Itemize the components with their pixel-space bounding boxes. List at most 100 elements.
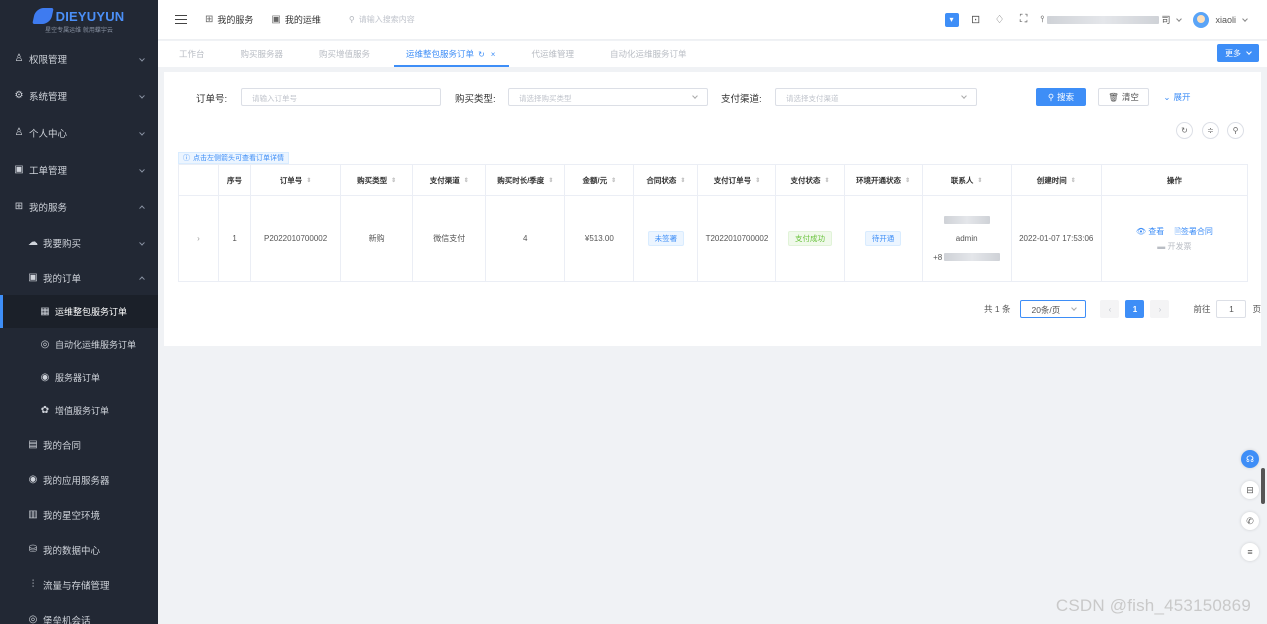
sidebar-item[interactable]: ♙ 权限管理 [0,40,158,77]
col-created[interactable]: 创建时间 ⇕ [1010,164,1102,196]
close-icon[interactable]: × [491,50,496,59]
bell-icon[interactable]: ♢ [993,13,1007,27]
session-icon: ◎ [28,614,38,624]
more-tabs-button[interactable]: 更多 [1217,44,1259,62]
username[interactable]: xiaoli [1215,15,1236,25]
tab-automation-orders[interactable]: 自动化运维服务订单 [610,41,687,67]
sort-icon[interactable]: ⇕ [391,177,396,184]
tab-buy-server[interactable]: 购买服务器 [241,41,284,67]
view-button[interactable]: 👁 查看 [1136,227,1164,236]
sidebar-item[interactable]: ▤ 我的合同 [0,427,158,462]
col-pay-channel[interactable]: 支付渠道 ⇕ [412,164,487,196]
page-size-select[interactable]: 20条/页 [1020,300,1087,318]
sidebar-item[interactable]: ◉ 服务器订单 [0,361,158,394]
sidebar-item[interactable]: ▥ 我的星空环境 [0,497,158,532]
status-badge: 支付成功 [788,231,833,246]
chevron-down-icon [1176,15,1183,22]
calendar-icon: ▦ [40,306,50,317]
invoice-button[interactable]: ▬ 开发票 [1108,239,1241,254]
order-icon: ▣ [28,272,38,283]
col-pay-order-no[interactable]: 支付订单号 ⇕ [697,164,777,196]
next-page-button[interactable]: › [1150,300,1170,318]
sidebar-item[interactable]: ▣ 我的订单 [0,260,158,295]
sidebar-item[interactable]: ⛁ 我的数据中心 [0,532,158,567]
sidebar-item[interactable]: ♙ 个人中心 [0,114,158,151]
page-number-current[interactable]: 1 [1125,300,1145,318]
invoice-icon: ▬ [1157,241,1166,251]
lock-icon[interactable]: ⊡ [969,13,983,27]
book-icon[interactable]: ⊟ [1241,481,1259,499]
cell-pay-order-no: T2022010700002 [697,195,777,282]
header-link-my-ops[interactable]: ▣ 我的运维 [271,13,320,26]
menu-toggle-icon[interactable] [175,15,187,24]
refresh-icon[interactable]: ↻ [478,50,485,59]
refresh-icon[interactable]: ↻ [1176,122,1193,139]
search-button[interactable]: ⚲ 搜索 [1036,88,1086,106]
order-no-input[interactable]: 请输入订单号 [241,88,441,106]
sort-icon[interactable]: ⇕ [464,177,469,184]
sidebar-item[interactable]: ▣ 工单管理 [0,151,158,188]
sidebar-item[interactable]: ⊞ 我的服务 [0,188,158,225]
header-search[interactable]: ⚲ 请输入搜索内容 [349,14,415,25]
col-env-status[interactable]: 环境开通状态 ⇕ [843,164,923,196]
col-order-no[interactable]: 订单号 ⇕ [250,164,342,196]
header-link-my-services[interactable]: ⊞ 我的服务 [205,13,253,26]
eye-icon: 👁 [1135,226,1146,236]
sidebar-item[interactable]: ☁ 我要购买 [0,225,158,260]
sidebar-item-label: 堡垒机会话 [43,615,91,624]
sidebar-item[interactable]: ◉ 我的应用服务器 [0,462,158,497]
prev-page-button[interactable]: ‹ [1100,300,1120,318]
column-settings-icon[interactable]: ≑ [1202,122,1219,139]
organization-selector[interactable]: ⫯ 司 [1041,13,1183,26]
sort-icon[interactable]: ⇕ [825,177,830,184]
tab-workbench[interactable]: 工作台 [179,41,205,67]
sidebar-item[interactable]: ◎ 自动化运维服务订单 [0,328,158,361]
avatar[interactable] [1193,11,1210,28]
tab-buy-value-added[interactable]: 购买增值服务 [319,41,370,67]
sort-icon[interactable]: ⇕ [755,177,760,184]
tab-managed-ops[interactable]: 代运维管理 [531,41,574,67]
list-icon[interactable]: ≡ [1241,543,1259,561]
sidebar-item[interactable]: ⫶ 流量与存储管理 [0,567,158,602]
page-tabs: 工作台 购买服务器 购买增值服务 运维整包服务订单 ↻ × 代运维管理 自动化运维服… [158,41,1267,67]
sidebar-item[interactable]: ✿ 增值服务订单 [0,394,158,427]
sidebar-item-label: 我要购买 [43,238,82,250]
sort-icon[interactable]: ⇕ [680,177,685,184]
scrollbar-thumb[interactable] [1261,468,1265,504]
col-pay-status[interactable]: 支付状态 ⇕ [775,164,845,196]
chevron-down-icon [139,166,145,173]
expand-row-icon[interactable]: › [177,195,220,282]
sidebar-item[interactable]: ⚙ 系统管理 [0,77,158,114]
fullscreen-icon[interactable]: ⛶ [1017,13,1031,27]
sidebar-item[interactable]: ▦ 运维整包服务订单 [0,295,158,328]
phone-icon[interactable]: ✆ [1241,512,1259,530]
tab-ops-package-orders[interactable]: 运维整包服务订单 ↻ × [393,41,510,67]
headset-support-icon[interactable]: ☊ [1241,450,1259,468]
sort-icon[interactable]: ⇕ [611,177,616,184]
sort-icon[interactable]: ⇕ [548,177,553,184]
contract-icon: ▤ [28,439,38,450]
goto-page-input[interactable]: 1 [1216,300,1247,318]
notification-square-icon[interactable]: ▾ [944,12,959,27]
expand-filters-button[interactable]: ⌄ 展开 [1160,88,1194,106]
sort-icon[interactable]: ⇕ [1071,177,1076,184]
cell-buy-type: 新购 [340,195,414,282]
search-toggle-icon[interactable]: ⚲ [1227,122,1244,139]
sidebar-item-label: 流量与存储管理 [43,580,110,592]
search-input[interactable]: 请输入搜索内容 [359,14,415,25]
col-duration[interactable]: 购买时长/季度 ⇕ [485,164,566,196]
sort-icon[interactable]: ⇕ [905,177,910,184]
logo[interactable]: DIEYUYUN 星空专属运维 就用蝶宇云 [0,0,158,40]
pay-channel-select[interactable]: 请选择支付渠道 [775,88,977,106]
buy-type-select[interactable]: 请选择购买类型 [508,88,708,106]
col-contract-status[interactable]: 合同状态 ⇕ [633,164,699,196]
clear-button[interactable]: 🗑 清空 [1098,88,1149,106]
sort-icon[interactable]: ⇕ [306,177,311,184]
col-buy-type[interactable]: 购买类型 ⇕ [340,164,414,196]
sidebar-item[interactable]: ◎ 堡垒机会话 [0,602,158,624]
sort-icon[interactable]: ⇕ [977,177,982,184]
chevron-down-icon[interactable] [1242,15,1248,22]
col-amount[interactable]: 金额/元 ⇕ [564,164,635,196]
sign-contract-button[interactable]: 🗎签署合同 [1174,227,1212,236]
col-contact[interactable]: 联系人 ⇕ [921,164,1012,196]
